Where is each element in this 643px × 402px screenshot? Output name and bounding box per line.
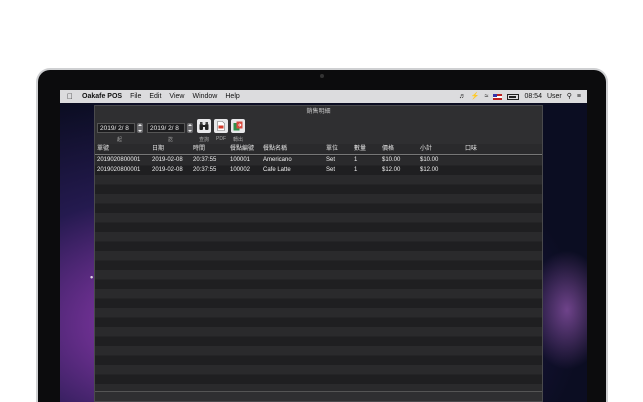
table-header: 單號 日期 時間 餐點編號 餐點名稱 單位 數量 價格 小計 口味 <box>95 144 542 155</box>
battery-icon[interactable] <box>507 93 520 100</box>
col-price[interactable]: 價格 <box>382 144 394 155</box>
start-date-field[interactable]: 2019/ 2/ 8 <box>97 123 135 133</box>
camera-icon <box>320 74 324 78</box>
cell-date: 2019-02-08 <box>152 157 183 163</box>
cell-unit: Set <box>326 157 336 163</box>
sales-table: 單號 日期 時間 餐點編號 餐點名稱 單位 數量 價格 小計 口味 201902… <box>95 144 542 391</box>
window-status-bar <box>95 391 542 401</box>
table-body: 2019020800001 2019-02-08 20:37:55 100001… <box>95 156 542 391</box>
col-time[interactable]: 時間 <box>193 144 205 155</box>
end-date-label: 訖 <box>168 137 174 143</box>
notification-center-icon[interactable]: ≡ <box>577 90 581 103</box>
col-order-no[interactable]: 單號 <box>97 144 109 155</box>
menu-help[interactable]: Help <box>221 93 243 100</box>
query-label: 查詢 <box>198 137 209 143</box>
binoculars-icon <box>199 122 209 130</box>
cell-item-code: 100002 <box>230 166 251 173</box>
cell-order-no: 2019020800001 <box>97 166 141 173</box>
cell-unit: Set <box>326 166 336 173</box>
end-date-stepper[interactable] <box>187 123 193 133</box>
desktop:  Oakafe POS File Edit View Window Help … <box>60 90 587 402</box>
col-date[interactable]: 日期 <box>152 144 164 155</box>
clock[interactable]: 08:54 <box>524 90 542 103</box>
cell-quantity: 1 <box>354 166 358 173</box>
window-title: 銷售明細 <box>306 109 331 115</box>
cell-date: 2019-02-08 <box>152 166 183 173</box>
cell-item-name: Cafe Latte <box>263 166 291 173</box>
menu-file[interactable]: File <box>126 93 145 100</box>
start-date-label: 起 <box>117 137 123 143</box>
pdf-button[interactable] <box>214 119 228 133</box>
wifi-icon[interactable]: ≈ <box>485 90 489 103</box>
user-menu[interactable]: User <box>547 90 562 103</box>
start-date-stepper[interactable] <box>137 123 143 133</box>
col-item-code[interactable]: 餐點編號 <box>230 144 254 155</box>
pdf-file-icon <box>217 121 225 131</box>
cell-quantity: 1 <box>354 157 358 163</box>
menu-app-name[interactable]: Oakafe POS <box>80 93 126 100</box>
table-row[interactable]: 2019020800001 2019-02-08 20:37:55 100001… <box>95 156 542 166</box>
col-subtotal[interactable]: 小計 <box>420 144 432 155</box>
cell-item-code: 100001 <box>230 157 251 163</box>
cell-item-name: Americano <box>263 157 292 163</box>
cell-subtotal: $12.00 <box>420 166 439 173</box>
export-button[interactable] <box>231 119 245 133</box>
menu-edit[interactable]: Edit <box>145 93 165 100</box>
input-source-flag-icon[interactable] <box>493 93 503 100</box>
sales-detail-window: 銷售明細 2019/ 2/ 8 起 2019/ 2/ 8 訖 查詢 PDF 轉出… <box>94 105 543 402</box>
product-image:  Oakafe POS File Edit View Window Help … <box>0 0 643 402</box>
status-menus: ♬ ⚡ ≈ 08:54 User ⚲ ≡ <box>459 90 587 103</box>
cell-time: 20:37:55 <box>193 166 217 173</box>
col-quantity[interactable]: 數量 <box>354 144 366 155</box>
export-label: 轉出 <box>232 137 243 143</box>
menu-bar:  Oakafe POS File Edit View Window Help … <box>60 90 587 103</box>
cell-subtotal: $10.00 <box>420 157 439 163</box>
col-unit[interactable]: 單位 <box>326 144 338 155</box>
col-flavor[interactable]: 口味 <box>465 144 477 155</box>
cell-order-no: 2019020800001 <box>97 157 141 163</box>
apple-menu-icon[interactable]:  <box>60 92 80 101</box>
volume-icon[interactable]: ♬ <box>459 90 466 103</box>
spotlight-search-icon[interactable]: ⚲ <box>567 90 572 103</box>
table-row[interactable]: 2019020800001 2019-02-08 20:37:55 100002… <box>95 166 542 176</box>
toolbar: 2019/ 2/ 8 起 2019/ 2/ 8 訖 查詢 PDF 轉出 <box>95 118 542 144</box>
cell-price: $10.00 <box>382 157 401 163</box>
bluetooth-icon[interactable]: ⚡ <box>471 90 480 103</box>
menu-view[interactable]: View <box>165 93 188 100</box>
pdf-label: PDF <box>216 136 226 142</box>
query-button[interactable] <box>197 119 211 133</box>
col-item-name[interactable]: 餐點名稱 <box>263 144 287 155</box>
export-icon <box>233 121 243 131</box>
cell-price: $12.00 <box>382 166 401 173</box>
end-date-field[interactable]: 2019/ 2/ 8 <box>147 123 185 133</box>
menu-window[interactable]: Window <box>188 93 221 100</box>
cell-time: 20:37:55 <box>193 157 217 163</box>
